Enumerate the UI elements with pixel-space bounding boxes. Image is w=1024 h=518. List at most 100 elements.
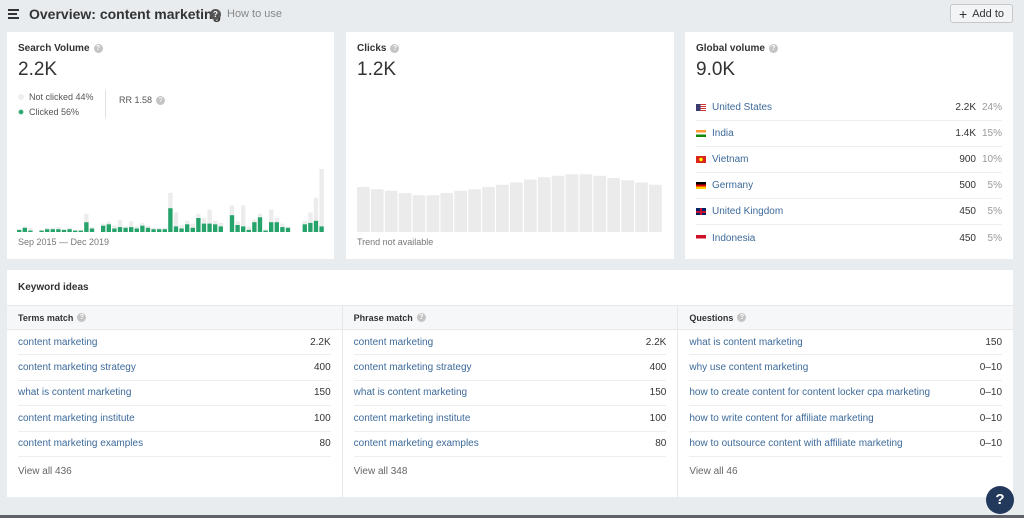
clicked-bar — [117, 227, 123, 232]
clicks-card: Clicks ? 1.2K Trend not available — [346, 32, 674, 259]
global-volume-value: 9.0K — [696, 59, 736, 80]
indonesia-flag-icon — [696, 234, 706, 242]
country-volume: 450 — [959, 206, 976, 217]
info-icon[interactable]: ? — [93, 44, 103, 53]
country-name[interactable]: Vietnam — [712, 154, 936, 165]
clicks-trend-bar — [468, 189, 481, 232]
clicked-bar — [218, 226, 223, 232]
keyword-volume: 150 — [313, 387, 331, 399]
country-name[interactable]: Germany — [712, 180, 936, 191]
keyword-link[interactable]: why use content marketing — [689, 362, 808, 373]
keyword-row: why use content marketing 0–10 — [689, 355, 1003, 381]
country-volume: 900 — [959, 154, 976, 165]
legend-divider — [105, 90, 106, 118]
clicks-trend-bar — [565, 174, 579, 232]
country-row[interactable]: United Kingdom 450 5% — [696, 199, 1002, 225]
clicked-bar — [263, 230, 268, 232]
view-all-link[interactable]: View all 46 — [678, 466, 1013, 477]
view-all-link[interactable]: View all 436 — [7, 466, 342, 477]
not-clicked-bar — [140, 222, 145, 226]
keyword-link[interactable]: content marketing examples — [18, 438, 143, 449]
not-clicked-bar — [190, 223, 195, 228]
country-volume: 2.2K — [955, 102, 976, 113]
help-button[interactable]: ? — [986, 486, 1014, 514]
country-name[interactable]: India — [712, 128, 936, 139]
add-to-button[interactable]: + Add to — [950, 4, 1013, 23]
vietnam-flag-icon — [696, 156, 706, 163]
info-icon[interactable]: ? — [416, 313, 426, 322]
keyword-row: what is content marketing 150 — [18, 381, 331, 407]
clicked-bar — [101, 225, 106, 232]
country-name[interactable]: United States — [712, 102, 936, 113]
keyword-row: what is content marketing 150 — [689, 330, 1003, 356]
column-header: Terms match? — [7, 306, 342, 330]
info-icon[interactable]: ? — [77, 313, 87, 322]
keyword-link[interactable]: content marketing — [18, 337, 98, 348]
clicked-bar — [213, 224, 218, 232]
clicked-bar — [196, 218, 201, 232]
menu-icon[interactable] — [8, 9, 19, 19]
clicked-bar — [257, 217, 263, 232]
keyword-link[interactable]: what is content marketing — [18, 387, 131, 398]
keyword-list: content marketing 2.2K content marketing s… — [7, 330, 342, 457]
clicks-trend-bar — [649, 184, 662, 232]
clicks-trend-bar — [635, 182, 648, 232]
keyword-link[interactable]: how to outsource content with affiliate … — [689, 438, 902, 449]
country-percent: 10% — [981, 154, 1002, 165]
country-row[interactable]: Indonesia 450 5% — [696, 225, 1002, 251]
add-to-label: Add to — [972, 7, 1004, 20]
not-clicked-bar — [45, 227, 50, 230]
country-row[interactable]: United States 2.2K 24% — [696, 95, 1002, 121]
not-clicked-bar — [201, 218, 207, 224]
clicked-bar — [269, 222, 274, 232]
clicked-bar — [134, 228, 139, 232]
column-header-label: Phrase match — [353, 312, 413, 323]
clicked-bar — [168, 208, 173, 232]
global-volume-title: Global volume ? — [696, 43, 1002, 54]
country-name[interactable]: United Kingdom — [712, 206, 936, 217]
keyword-volume: 400 — [313, 362, 331, 374]
keyword-link[interactable]: what is content marketing — [689, 337, 802, 348]
clicked-bar — [39, 230, 44, 232]
keyword-link[interactable]: content marketing examples — [354, 438, 479, 449]
keyword-link[interactable]: what is content marketing — [354, 387, 467, 398]
uk-flag-icon — [696, 208, 706, 215]
keyword-ideas-card: Keyword ideas Terms match? content market… — [7, 270, 1014, 497]
clicked-bar — [241, 226, 246, 232]
keyword-link[interactable]: content marketing — [354, 337, 434, 348]
keyword-link[interactable]: content marketing institute — [18, 413, 135, 424]
clicked-bar — [201, 223, 207, 232]
view-all-link[interactable]: View all 348 — [343, 466, 678, 477]
keyword-volume: 80 — [319, 438, 331, 450]
clicked-bar — [285, 227, 291, 232]
keyword-link[interactable]: how to create content for content locker… — [689, 387, 930, 398]
country-row[interactable]: Germany 500 5% — [696, 173, 1002, 199]
not-clicked-bar — [129, 221, 134, 228]
keyword-link[interactable]: how to write content for affiliate marke… — [689, 413, 873, 424]
keyword-volume: 0–10 — [979, 412, 1003, 424]
not-clicked-bar — [134, 226, 139, 229]
country-row[interactable]: Vietnam 900 10% — [696, 147, 1002, 173]
info-icon[interactable]: ? — [737, 313, 747, 322]
keyword-link[interactable]: content marketing strategy — [354, 362, 472, 373]
keyword-link[interactable]: content marketing institute — [354, 413, 471, 424]
clicks-trend-bar — [370, 189, 384, 232]
keyword-link[interactable]: content marketing strategy — [18, 362, 136, 373]
country-row[interactable]: India 1.4K 15% — [696, 121, 1002, 147]
global-volume-card: Global volume ? 9.0K United States 2.2K … — [685, 32, 1013, 259]
info-icon[interactable]: ? — [390, 44, 400, 53]
not-clicked-bar — [89, 227, 95, 229]
info-icon[interactable]: ? — [768, 44, 778, 53]
info-icon[interactable]: ? — [156, 95, 166, 105]
how-to-use-link[interactable]: ? How to use — [210, 8, 282, 20]
clicked-bar — [302, 224, 307, 232]
keyword-row: how to outsource content with affiliate … — [689, 432, 1003, 457]
country-name[interactable]: Indonesia — [712, 233, 936, 244]
country-percent: 24% — [981, 102, 1002, 113]
clicked-bar — [123, 227, 128, 232]
clicks-trend-bar — [537, 177, 551, 232]
keyword-volume: 2.2K — [310, 336, 331, 348]
not-clicked-bar — [173, 212, 179, 227]
clicked-bar — [319, 226, 324, 232]
keyword-volume: 0–10 — [979, 438, 1003, 450]
